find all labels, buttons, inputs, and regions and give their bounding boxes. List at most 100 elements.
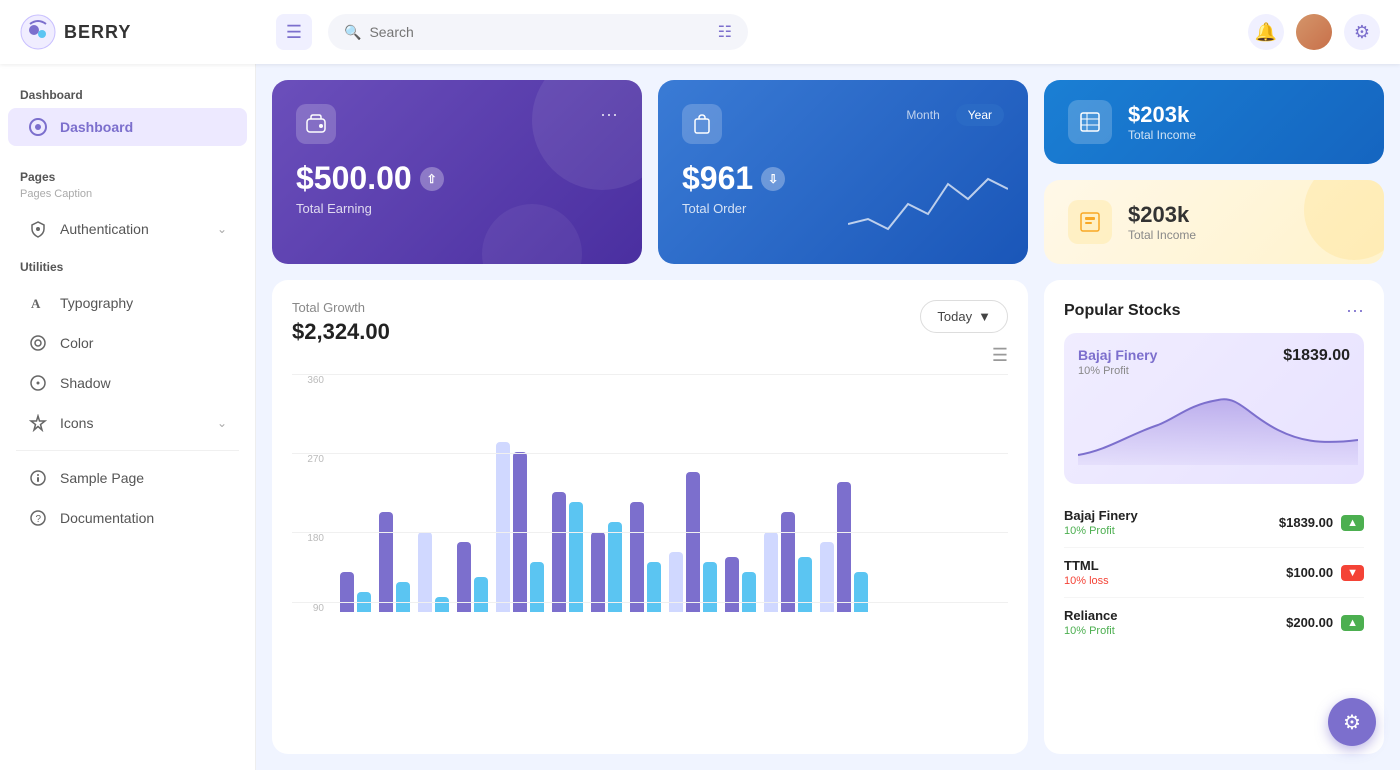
sidebar-item-icons[interactable]: Icons ⌄ [8,404,247,442]
growth-card: Total Growth $2,324.00 Today ▼ ☰ 360 [272,280,1028,754]
sidebar-item-sample-page[interactable]: Sample Page [8,459,247,497]
stocks-menu-icon[interactable]: ··· [1346,300,1364,321]
avatar[interactable] [1296,14,1332,50]
sidebar-item-label: Typography [60,295,133,311]
chevron-down-icon: ⌄ [217,416,227,430]
featured-stock-profit: 10% Profit [1078,365,1157,377]
wallet-icon [305,113,327,135]
sidebar-item-authentication[interactable]: Authentication ⌄ [8,210,247,248]
sidebar-item-label: Color [60,335,93,351]
sidebar-item-label: Shadow [60,375,111,391]
income-amount-blue: $203k [1128,102,1196,128]
earning-card-header: ··· [296,104,618,144]
sidebar-item-dashboard[interactable]: Dashboard [8,108,247,146]
shadow-icon [28,374,48,392]
earning-card-menu[interactable]: ··· [600,104,618,125]
stock-item-2: TTML 10% loss $100.00 ▼ [1064,548,1364,598]
docs-icon: ? [28,509,48,527]
stock-item-3: Reliance 10% Profit $200.00 ▲ [1064,598,1364,647]
grid-label: 180 [292,533,324,544]
topbar-right: 🔔 ⚙ [1248,14,1380,50]
sidebar-item-documentation[interactable]: ? Documentation [8,499,247,537]
sidebar-divider [16,450,239,451]
logo-icon [20,14,56,50]
settings-button[interactable]: ⚙ [1344,14,1380,50]
grid-label: 270 [292,454,324,465]
stock-name-3: Reliance [1064,608,1117,623]
featured-stock-chart [1078,385,1358,465]
stocks-header: Popular Stocks ··· [1064,300,1364,321]
search-input[interactable] [369,24,709,40]
stock-info-3: Reliance 10% Profit [1064,608,1117,637]
income-label-blue: Total Income [1128,128,1196,142]
stock-right-1: $1839.00 ▲ [1279,515,1364,531]
stock-item-1: Bajaj Finery 10% Profit $1839.00 ▲ [1064,498,1364,548]
search-icon: 🔍 [344,24,361,41]
income-card-blue: $203k Total Income [1044,80,1384,164]
sidebar-item-shadow[interactable]: Shadow [8,364,247,402]
growth-header: Total Growth $2,324.00 Today ▼ [292,300,1008,345]
logo-area: BERRY [20,14,260,50]
chart-menu-icon[interactable]: ☰ [292,345,1008,366]
menu-button[interactable]: ☰ [276,14,312,50]
svg-text:A: A [31,296,41,311]
stock-change-3: 10% Profit [1064,625,1117,637]
income-card-yellow: $203k Total Income [1044,180,1384,264]
grid-line-270: 270 [292,453,1008,465]
utilities-label: Utilities [0,256,255,282]
search-bar: 🔍 ☷ [328,14,748,50]
app-name: BERRY [64,22,131,43]
chevron-down-icon: ▼ [978,309,991,324]
order-card-top: Month Year [682,104,1004,144]
icons-nav-icon [28,414,48,432]
sidebar-item-label: Dashboard [60,119,133,135]
toggle-year-btn[interactable]: Year [956,104,1004,126]
bell-icon: 🔔 [1255,22,1277,43]
dashboard-icon [28,118,48,136]
income-info-blue: $203k Total Income [1128,102,1196,142]
stock-info-2: TTML 10% loss [1064,558,1109,587]
income-info-yellow: $203k Total Income [1128,202,1196,242]
toggle-month-btn[interactable]: Month [894,104,951,126]
sidebar-item-typography[interactable]: A Typography [8,284,247,322]
featured-stock-name: Bajaj Finery [1078,347,1157,363]
filter-icon[interactable]: ☷ [718,22,732,42]
menu-icon: ☰ [286,22,302,43]
stock-change-2: 10% loss [1064,575,1109,587]
income-amount-yellow: $203k [1128,202,1196,228]
sidebar-item-color[interactable]: Color [8,324,247,362]
grid-line-360: 360 [292,374,1008,386]
today-button[interactable]: Today ▼ [920,300,1008,333]
fab-button[interactable]: ⚙ [1328,698,1376,746]
income-icon-yellow [1068,200,1112,244]
stock-price-1: $1839.00 [1279,515,1333,530]
order-card: Month Year $961 ⇩ Total Order [658,80,1028,264]
right-cards: $203k Total Income $203k Total [1044,80,1384,264]
sidebar: Dashboard Dashboard Pages Pages Caption … [0,64,256,770]
growth-label: Total Growth [292,300,390,315]
stock-change-1: 10% Profit [1064,525,1138,537]
chart-grid: 360 270 180 90 [292,374,1008,614]
grid-line-90: 90 [292,602,1008,614]
notification-button[interactable]: 🔔 [1248,14,1284,50]
earning-label: Total Earning [296,201,618,216]
order-icon-box [682,104,722,144]
order-wave-chart [848,164,1008,244]
grid-label: 90 [292,603,324,614]
main-layout: Dashboard Dashboard Pages Pages Caption … [0,64,1400,770]
content-area: ··· $500.00 ⇧ Total Earning [256,64,1400,770]
up-badge-1: ▲ [1341,515,1364,531]
earning-card-icon-box [296,104,336,144]
grid-line-180: 180 [292,532,1008,544]
bar-chart-container: 360 270 180 90 [292,374,1008,614]
featured-stock-price: $1839.00 [1283,347,1350,365]
sample-page-icon [28,469,48,487]
sidebar-item-label: Sample Page [60,470,144,486]
register-icon [1079,211,1101,233]
growth-amount: $2,324.00 [292,319,390,345]
featured-stock-info: Bajaj Finery 10% Profit [1078,347,1157,377]
featured-stock-top: Bajaj Finery 10% Profit $1839.00 [1078,347,1350,377]
stock-name-2: TTML [1064,558,1109,573]
up-arrow-icon: ⇧ [420,167,444,191]
fab-gear-icon: ⚙ [1343,710,1361,735]
